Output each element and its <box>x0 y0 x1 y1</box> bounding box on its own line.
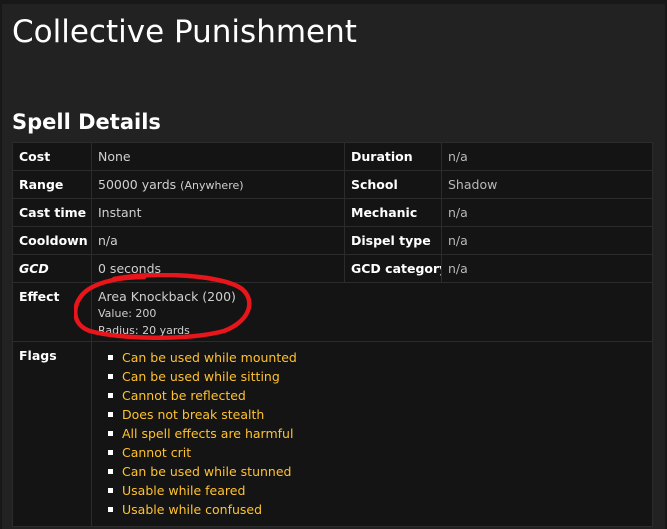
table-row: Cooldown n/a Dispel type n/a <box>12 226 653 255</box>
flags-label: Flags <box>12 341 92 527</box>
flag-item: Usable while confused <box>108 500 646 519</box>
school-value: Shadow <box>441 170 653 199</box>
effect-cell: Area Knockback (200) Value: 200 Radius: … <box>91 282 653 342</box>
gcd-label: GCD <box>12 254 92 283</box>
flag-item: Can be used while mounted <box>108 348 646 367</box>
gcd-value: 0 seconds <box>91 254 345 283</box>
flag-item: Can be used while stunned <box>108 462 646 481</box>
gcd-category-value: n/a <box>441 254 653 283</box>
mechanic-label: Mechanic <box>344 198 442 227</box>
table-row: Cost None Duration n/a <box>12 142 653 171</box>
effect-value: Value: 200 <box>98 307 157 320</box>
duration-value: n/a <box>441 142 653 171</box>
flag-item: Does not break stealth <box>108 405 646 424</box>
flags-list: Can be used while mounted Can be used whi… <box>98 348 646 519</box>
table-row: GCD 0 seconds GCD category n/a <box>12 254 653 283</box>
gcd-category-label: GCD category <box>344 254 442 283</box>
section-title: Spell Details <box>12 110 161 134</box>
range-label: Range <box>12 170 92 199</box>
cost-label: Cost <box>12 142 92 171</box>
cooldown-label: Cooldown <box>12 226 92 255</box>
cost-value: None <box>91 142 345 171</box>
range-cell: 50000 yards (Anywhere) <box>91 170 345 199</box>
flags-cell: Can be used while mounted Can be used whi… <box>91 341 653 527</box>
range-note: (Anywhere) <box>180 179 244 192</box>
flag-item: All spell effects are harmful <box>108 424 646 443</box>
spell-details-table: Cost None Duration n/a Range 50000 yards… <box>12 142 653 527</box>
table-row: Cast time Instant Mechanic n/a <box>12 198 653 227</box>
table-row: Range 50000 yards (Anywhere) School Shad… <box>12 170 653 199</box>
flag-item: Cannot be reflected <box>108 386 646 405</box>
school-label: School <box>344 170 442 199</box>
flags-row: Flags Can be used while mounted Can be us… <box>12 341 653 527</box>
cooldown-value: n/a <box>91 226 345 255</box>
dispel-type-value: n/a <box>441 226 653 255</box>
dispel-type-label: Dispel type <box>344 226 442 255</box>
range-value: 50000 yards <box>98 177 177 192</box>
flag-item: Usable while feared <box>108 481 646 500</box>
flag-item: Can be used while sitting <box>108 367 646 386</box>
effect-row: Effect Area Knockback (200) Value: 200 R… <box>12 282 653 342</box>
mechanic-value: n/a <box>441 198 653 227</box>
effect-label: Effect <box>12 282 92 342</box>
duration-label: Duration <box>344 142 442 171</box>
effect-radius: Radius: 20 yards <box>98 324 190 337</box>
cast-time-label: Cast time <box>12 198 92 227</box>
cast-time-value: Instant <box>91 198 345 227</box>
effect-name: Area Knockback (200) <box>98 289 236 304</box>
flag-item: Cannot crit <box>108 443 646 462</box>
page-title: Collective Punishment <box>12 14 357 50</box>
